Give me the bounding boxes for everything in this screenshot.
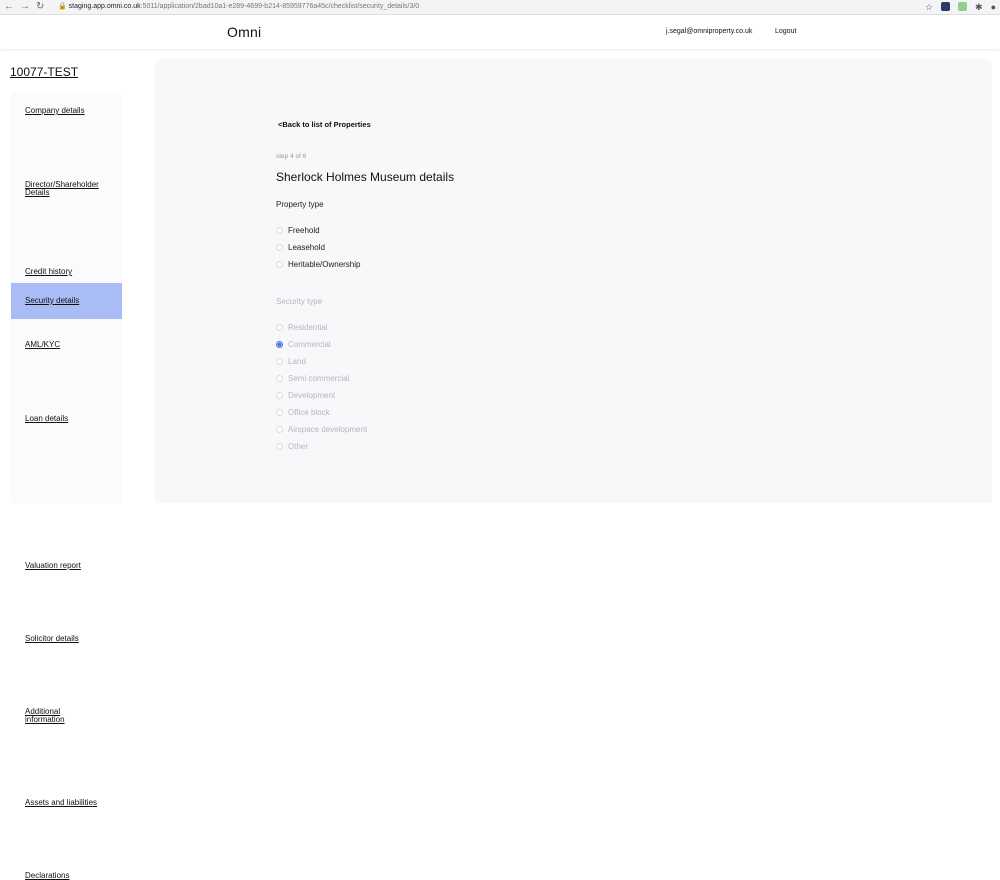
- puzzle-icon[interactable]: ✱: [975, 0, 983, 14]
- sidebar-item-additional-information[interactable]: Additional information: [11, 394, 122, 724]
- reload-icon[interactable]: ↻: [36, 0, 44, 14]
- radio-button[interactable]: [276, 227, 283, 234]
- back-to-properties-link[interactable]: <Back to list of Properties: [278, 120, 371, 129]
- security-type-label: Security type: [276, 297, 323, 306]
- sidebar-item-label: Declarations: [25, 871, 70, 880]
- sidebar-item-security-details[interactable]: Security details: [11, 283, 122, 319]
- option-label: Other: [288, 442, 309, 451]
- sidebar: Company details Director/Shareholder Det…: [11, 92, 122, 880]
- sidebar-item-assets-and-liabilities[interactable]: Assets and liabilities: [11, 439, 122, 807]
- address-bar[interactable]: 🔒 staging.app.omni.co.uk:5011/applicatio…: [58, 0, 419, 14]
- option-label: Leasehold: [288, 243, 325, 252]
- option-label: Commercial: [288, 340, 331, 349]
- radio-button[interactable]: [276, 443, 283, 450]
- brand-logo[interactable]: Omni: [227, 24, 261, 40]
- sidebar-item-solicitor-details[interactable]: Solicitor details: [11, 357, 122, 643]
- url-path: :5011/application/2bad10a1-e289-4699-b21…: [140, 3, 420, 10]
- extension-icon[interactable]: [941, 2, 951, 11]
- sidebar-item-label: Security details: [25, 296, 80, 305]
- radio-button[interactable]: [276, 426, 283, 433]
- sidebar-item-label: Company details: [25, 106, 85, 115]
- option-label: Heritable/Ownership: [288, 260, 361, 269]
- arrow-left-icon[interactable]: ←: [4, 0, 14, 14]
- option-label: Development: [288, 391, 336, 400]
- sidebar-item-valuation-report[interactable]: Valuation report: [11, 320, 122, 570]
- radio-button[interactable]: [276, 261, 283, 268]
- option-label: Office block: [288, 408, 330, 417]
- sidebar-item-director-shareholder-details[interactable]: Director/Shareholder Details: [11, 129, 122, 197]
- page-title: Sherlock Holmes Museum details: [276, 170, 455, 184]
- option-label: Semi commercial: [288, 374, 350, 383]
- property-type-label: Property type: [276, 200, 324, 209]
- sidebar-item-credit-history[interactable]: Credit history: [11, 172, 122, 276]
- option-label: Airspace development: [288, 425, 368, 434]
- sidebar-item-label: Additional: [25, 707, 61, 716]
- profile-icon[interactable]: ●: [991, 0, 996, 14]
- radio-button[interactable]: [276, 358, 283, 365]
- sidebar-item-loan-details[interactable]: Loan details: [11, 246, 122, 423]
- sidebar-item-label: Solicitor details: [25, 634, 79, 643]
- radio-button[interactable]: [276, 324, 283, 331]
- user-email: j.segal@omniproperty.co.uk: [666, 28, 753, 35]
- app-header: [0, 15, 1000, 49]
- option-label: Land: [288, 357, 306, 366]
- option-label: Freehold: [288, 226, 320, 235]
- radio-button[interactable]: [276, 375, 283, 382]
- sidebar-item-label: information: [25, 715, 65, 724]
- radio-button[interactable]: [276, 409, 283, 416]
- sidebar-item-aml-kyc[interactable]: AML/KYC: [11, 209, 122, 349]
- sidebar-item-label: Assets and liabilities: [25, 798, 98, 807]
- star-icon[interactable]: ☆: [925, 0, 933, 14]
- radio-button-selected[interactable]: [276, 341, 283, 348]
- extension-icon[interactable]: [958, 2, 968, 11]
- sidebar-item-label: Valuation report: [25, 561, 81, 570]
- sidebar-item-declarations[interactable]: Declarations: [11, 476, 122, 880]
- url-host: staging.app.omni.co.uk: [68, 3, 141, 10]
- option-label: Residential: [288, 323, 328, 332]
- radio-button[interactable]: [276, 392, 283, 399]
- lock-icon: 🔒: [58, 3, 67, 10]
- logout-link[interactable]: Logout: [775, 28, 796, 35]
- sidebar-item-company-details[interactable]: Company details: [11, 92, 122, 128]
- step-indicator: step 4 of 6: [276, 153, 307, 160]
- application-id[interactable]: 10077-TEST: [10, 65, 78, 79]
- browser-actions: ☆ ✱ ●: [925, 0, 996, 14]
- browser-toolbar: ← → ↻ 🔒 staging.app.omni.co.uk:5011/appl…: [0, 0, 1000, 15]
- radio-button[interactable]: [276, 244, 283, 251]
- arrow-right-icon[interactable]: →: [20, 0, 30, 14]
